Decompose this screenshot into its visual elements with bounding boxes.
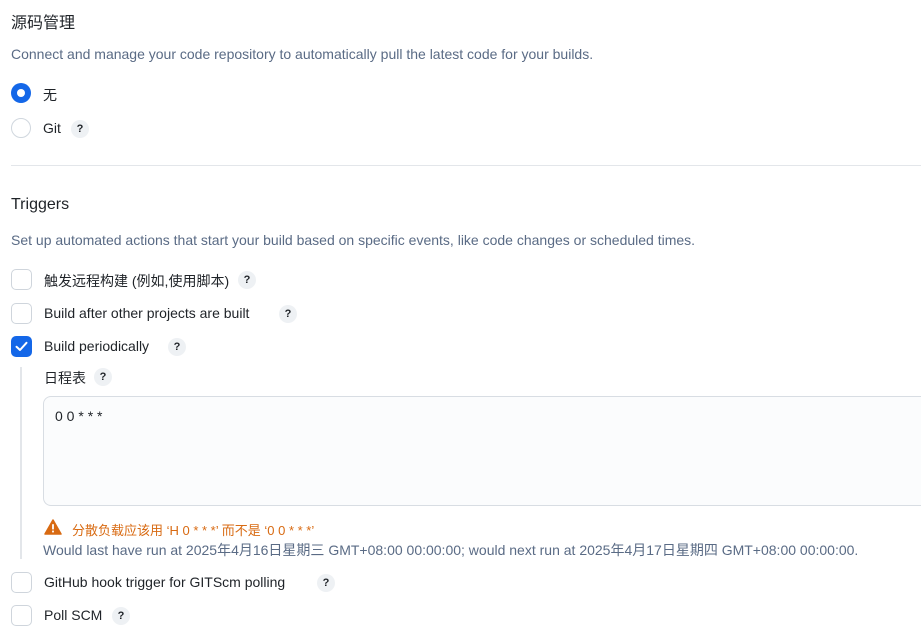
- trigger-poll-scm-label[interactable]: Poll SCM: [44, 607, 102, 623]
- trigger-periodic-checkbox[interactable]: [11, 336, 32, 357]
- trigger-github-hook-label[interactable]: GitHub hook trigger for GITScm polling: [44, 574, 285, 590]
- scm-option-none[interactable]: 无: [11, 83, 211, 105]
- trigger-after-projects-checkbox[interactable]: [11, 303, 32, 324]
- trigger-periodic-help-icon[interactable]: ?: [168, 338, 186, 356]
- trigger-remote-label[interactable]: 触发远程构建 (例如,使用脚本): [44, 271, 229, 291]
- scm-git-label: Git: [43, 120, 61, 136]
- trigger-github-hook-checkbox[interactable]: [11, 572, 32, 593]
- trigger-after-projects-help-icon[interactable]: ?: [279, 305, 297, 323]
- nested-indent-line: [20, 367, 22, 559]
- trigger-poll-scm-help-icon[interactable]: ?: [112, 607, 130, 625]
- schedule-label: 日程表: [44, 370, 86, 386]
- triggers-section-title: Triggers: [11, 196, 70, 213]
- trigger-poll-scm-checkbox[interactable]: [11, 605, 32, 626]
- scm-none-radio[interactable]: [11, 83, 31, 103]
- trigger-after-projects-label[interactable]: Build after other projects are built: [44, 305, 249, 321]
- warning-icon: [44, 519, 62, 535]
- trigger-github-hook-help-icon[interactable]: ?: [317, 574, 335, 592]
- schedule-help-icon[interactable]: ?: [94, 368, 112, 386]
- scm-section-title: 源码管理: [11, 15, 76, 32]
- scm-section-description: Connect and manage your code repository …: [11, 46, 594, 62]
- schedule-run-info: Would last have run at 2025年4月16日星期三 GMT…: [43, 542, 859, 558]
- schedule-textarea[interactable]: 0 0 * * *: [43, 396, 921, 506]
- check-icon: [15, 341, 28, 351]
- section-divider: [11, 165, 921, 166]
- scm-option-git[interactable]: Git: [11, 118, 211, 140]
- scm-git-radio[interactable]: [11, 118, 31, 138]
- trigger-remote-checkbox[interactable]: [11, 269, 32, 290]
- schedule-warning-text: 分散负载应该用 ‘H 0 * * *’ 而不是 ‘0 0 * * *’: [72, 523, 315, 538]
- trigger-remote-help-icon[interactable]: ?: [238, 271, 256, 289]
- triggers-section-description: Set up automated actions that start your…: [11, 232, 696, 248]
- trigger-periodic-label[interactable]: Build periodically: [44, 338, 149, 354]
- scm-git-help-icon[interactable]: ?: [71, 120, 89, 138]
- scm-none-label: 无: [43, 87, 57, 103]
